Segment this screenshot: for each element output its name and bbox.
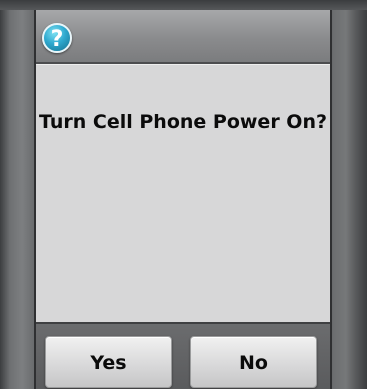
dialog-message: Turn Cell Phone Power On? (38, 111, 327, 133)
dialog-body: Turn Cell Phone Power On? (36, 64, 330, 323)
confirm-dialog: ? Turn Cell Phone Power On? Yes No (34, 10, 332, 389)
device-top-edge (0, 0, 367, 10)
yes-button[interactable]: Yes (45, 336, 172, 388)
no-button[interactable]: No (190, 336, 317, 388)
dialog-button-bar: Yes No (36, 322, 330, 389)
dialog-titlebar: ? (36, 10, 330, 64)
question-mark-icon: ? (42, 23, 72, 53)
